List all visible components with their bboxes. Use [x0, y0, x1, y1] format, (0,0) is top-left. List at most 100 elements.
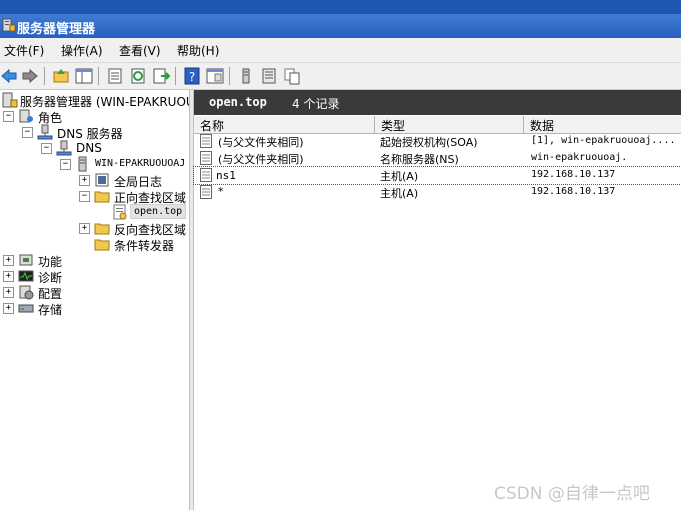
tree-item-conditional-forwarders[interactable]: 条件转发器 [0, 236, 189, 253]
server-manager-icon [2, 92, 18, 108]
column-label: 数据 [530, 119, 555, 133]
menu-bar: 文件(F) 操作(A) 查看(V) 帮助(H) [0, 38, 681, 63]
server-icon[interactable] [237, 67, 255, 85]
properties-icon[interactable] [106, 67, 124, 85]
tree-item-reverse-zones[interactable]: + 反向查找区域 [0, 220, 189, 237]
toolbar-separator [229, 67, 230, 85]
record-data: 192.168.10.137 [531, 169, 616, 180]
roles-icon [19, 109, 33, 123]
expand-icon[interactable]: + [79, 175, 90, 186]
tree-item-diagnostics[interactable]: + 诊断 [0, 268, 189, 285]
column-label: 名称 [200, 119, 225, 133]
column-type[interactable]: 类型 [375, 116, 524, 133]
column-label: 类型 [381, 119, 406, 133]
record-count: 4 个记录 [292, 97, 340, 111]
tree-item-zone-open-top[interactable]: open.top [0, 204, 189, 220]
record-icon [200, 151, 212, 165]
diagnostics-icon [18, 270, 34, 282]
zone-name: open.top [209, 95, 267, 109]
tree-item-host[interactable]: − WIN-EPAKRUOUOAJ [0, 156, 189, 172]
record-data: win-epakruouoaj. [531, 152, 628, 163]
svg-text:?: ? [189, 70, 195, 84]
forward-icon[interactable] [21, 67, 39, 85]
dns-server-icon [37, 124, 53, 140]
menu-help[interactable]: 帮助(H) [177, 42, 219, 59]
menu-action[interactable]: 操作(A) [61, 42, 103, 59]
record-name: * [218, 185, 224, 198]
expand-icon[interactable]: + [3, 287, 14, 298]
details-header: open.top 4 个记录 [194, 90, 681, 115]
toolbar: ? [0, 63, 681, 90]
record-name: (与父文件夹相同) [218, 153, 304, 166]
table-row[interactable]: * 主机(A) 192.168.10.137 [194, 184, 681, 201]
tree-item-dns[interactable]: − DNS [0, 140, 189, 156]
collapse-icon[interactable]: − [3, 111, 14, 122]
refresh-icon[interactable] [129, 67, 147, 85]
expand-icon[interactable]: + [3, 271, 14, 282]
watermark: CSDN @自律一点吧 [494, 484, 650, 504]
server-manager-icon [2, 18, 15, 32]
table-row[interactable]: ns1 主机(A) 192.168.10.137 [193, 166, 681, 185]
column-name[interactable]: 名称 [194, 116, 375, 133]
tree-label: WIN-EPAKRUOUOAJ [95, 158, 186, 169]
console-tree: 服务器管理器 (WIN-EPAKRUOUOA − 角色 − DNS 服务器 − … [0, 90, 189, 510]
up-folder-icon[interactable] [52, 67, 70, 85]
menu-view[interactable]: 查看(V) [119, 42, 161, 59]
record-type: 起始授权机构(SOA) [380, 136, 478, 149]
window-title: 服务器管理器 [17, 22, 96, 37]
tree-item-storage[interactable]: + 存储 [0, 300, 189, 317]
folder-icon [94, 191, 110, 203]
export-icon[interactable] [152, 67, 170, 85]
tree-label: open.top [130, 204, 187, 219]
toolbar-separator [98, 67, 99, 85]
tree-label: DNS [76, 141, 102, 155]
collapse-icon[interactable]: − [79, 191, 90, 202]
toolbar-separator [175, 67, 176, 85]
zone-icon [113, 204, 127, 220]
tree-item-forward-zones[interactable]: − 正向查找区域 [0, 188, 189, 205]
record-type: 名称服务器(NS) [380, 153, 459, 166]
tree-item-dns-server[interactable]: − DNS 服务器 [0, 124, 189, 141]
expand-icon[interactable]: + [3, 303, 14, 314]
tree-item-server-manager[interactable]: 服务器管理器 (WIN-EPAKRUOUOA [0, 92, 189, 109]
table-row[interactable]: (与父文件夹相同) 起始授权机构(SOA) [1], win-epakruouo… [194, 133, 681, 150]
server-icon [78, 156, 87, 172]
event-log-icon [95, 173, 109, 187]
show-tree-icon[interactable] [75, 67, 93, 85]
tree-item-features[interactable]: + 功能 [0, 252, 189, 269]
record-type: 主机(A) [380, 170, 419, 183]
collapse-icon[interactable]: − [22, 127, 33, 138]
tree-item-configuration[interactable]: + 配置 [0, 284, 189, 301]
copy-icon[interactable] [283, 67, 301, 85]
tree-label: 存储 [38, 303, 63, 317]
record-name: ns1 [216, 169, 236, 182]
toolbar-separator [44, 67, 45, 85]
console-view-icon[interactable] [206, 67, 224, 85]
help-icon[interactable]: ? [183, 67, 201, 85]
storage-icon [18, 304, 34, 313]
column-data[interactable]: 数据 [524, 116, 681, 133]
collapse-icon[interactable]: − [41, 143, 52, 154]
record-icon [200, 185, 212, 199]
record-data: [1], win-epakruouoaj.... [531, 135, 676, 146]
expand-icon[interactable]: + [79, 223, 90, 234]
tree-item-roles[interactable]: − 角色 [0, 108, 189, 125]
tree-item-global-logs[interactable]: + 全局日志 [0, 172, 189, 189]
expand-icon[interactable]: + [3, 255, 14, 266]
record-icon [200, 134, 212, 148]
desktop-top-strip [0, 0, 681, 14]
configuration-icon [19, 285, 34, 300]
table-row[interactable]: (与父文件夹相同) 名称服务器(NS) win-epakruouoaj. [194, 150, 681, 167]
window-title-bar[interactable]: 服务器管理器 [0, 14, 681, 38]
dns-icon [56, 140, 72, 156]
folder-icon [94, 239, 110, 251]
record-data: 192.168.10.137 [531, 186, 616, 197]
list-icon[interactable] [260, 67, 278, 85]
back-icon[interactable] [0, 67, 18, 85]
collapse-icon[interactable]: − [60, 159, 71, 170]
menu-file[interactable]: 文件(F) [4, 42, 44, 59]
folder-icon [94, 223, 110, 235]
features-icon [19, 254, 33, 266]
details-pane: open.top 4 个记录 名称 类型 数据 (与父文件夹相同) 起始授权机构… [193, 90, 681, 510]
record-type: 主机(A) [380, 187, 419, 200]
